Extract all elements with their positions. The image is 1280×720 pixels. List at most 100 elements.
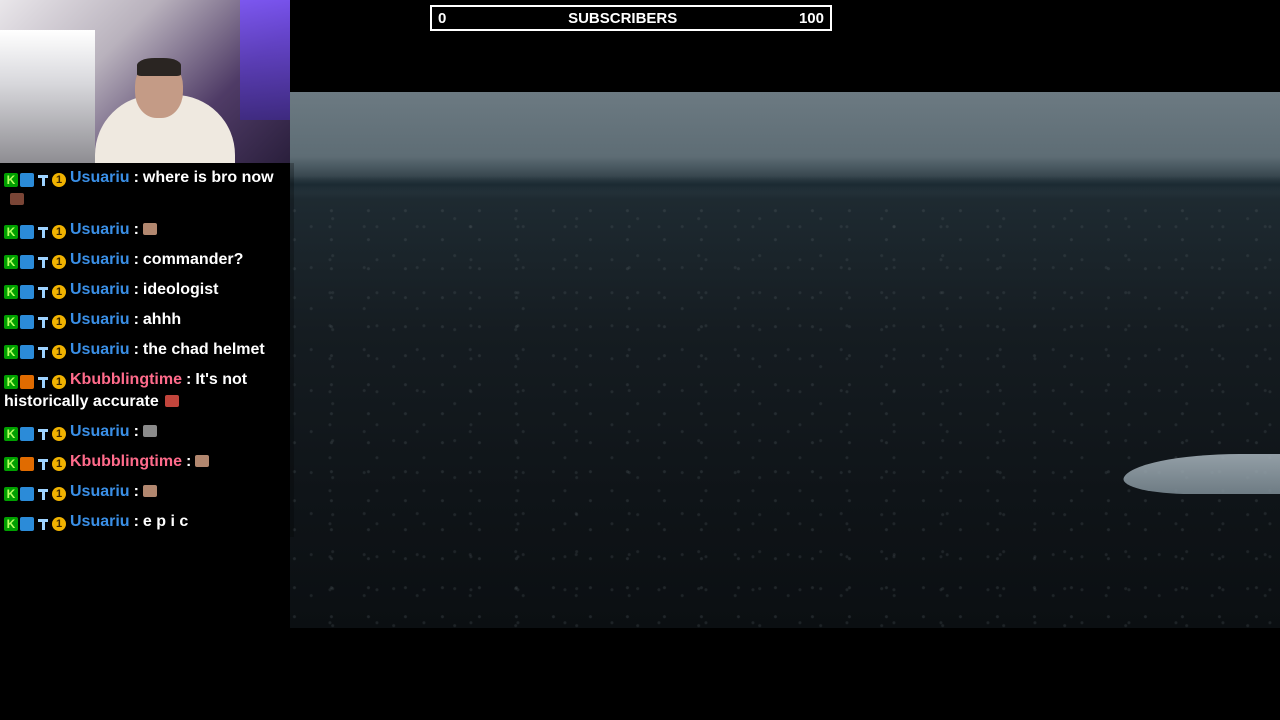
chat-username[interactable]: Usuariu (70, 341, 130, 358)
chat-separator: : (133, 221, 139, 238)
k-badge-icon: K (4, 255, 18, 269)
video-frame (290, 92, 1280, 628)
chat-username[interactable]: Usuariu (70, 423, 130, 440)
chat-badges: K1 (4, 487, 66, 501)
k-badge-icon: K (4, 285, 18, 299)
chat-username[interactable]: Usuariu (70, 251, 130, 268)
chat-username[interactable]: Kbubblingtime (70, 371, 182, 388)
pickaxe-badge-icon (20, 315, 34, 329)
k-badge-icon: K (4, 375, 18, 389)
streamer-hair (137, 58, 181, 76)
hammer-badge-icon (36, 375, 50, 389)
emote-grey-icon (142, 425, 157, 437)
chat-separator: : (185, 371, 192, 388)
chat-username[interactable]: Usuariu (70, 483, 130, 500)
webcam-neon-light (240, 0, 290, 120)
coin-badge-icon: 1 (52, 285, 66, 299)
cube-badge-icon (20, 457, 34, 471)
coin-badge-icon: 1 (52, 487, 66, 501)
emote-face-icon (195, 455, 210, 467)
chat-username[interactable]: Usuariu (70, 311, 130, 328)
chat-separator: : (185, 453, 192, 470)
chat-message: K 1 Usuariu: where is bro now (0, 163, 294, 215)
hammer-badge-icon (36, 173, 50, 187)
chat-badges: K1 (4, 225, 66, 239)
k-badge-icon: K (4, 457, 18, 471)
emote-lips-icon (142, 485, 157, 497)
chat-username[interactable]: Usuariu (70, 513, 130, 530)
chat-message: K 1 Usuariu: the chad helmet (0, 335, 294, 365)
chat-badges: K1 (4, 345, 66, 359)
chat-separator: : (133, 483, 139, 500)
chat-badges: K1 (4, 375, 66, 389)
pickaxe-badge-icon (20, 255, 34, 269)
hammer-badge-icon (36, 457, 50, 471)
k-badge-icon: K (4, 487, 18, 501)
chat-message-text: commander? (142, 251, 244, 268)
chat-message: K 1 Usuariu: (0, 477, 294, 507)
k-badge-icon: K (4, 315, 18, 329)
pickaxe-badge-icon (20, 345, 34, 359)
chat-message: K 1 Usuariu: ideologist (0, 275, 294, 305)
pickaxe-badge-icon (20, 427, 34, 441)
subscribers-goal-target: 100 (798, 9, 824, 27)
subscribers-goal-start: 0 (438, 9, 447, 27)
coin-badge-icon: 1 (52, 375, 66, 389)
chat-separator: : (133, 169, 139, 186)
pickaxe-badge-icon (20, 517, 34, 531)
hammer-badge-icon (36, 487, 50, 501)
k-badge-icon: K (4, 225, 18, 239)
webcam-feed (0, 0, 290, 163)
chat-username[interactable]: Usuariu (70, 169, 130, 186)
chat-message: K 1 Usuariu: (0, 417, 294, 447)
chat-separator: : (133, 341, 139, 358)
emote-red-icon (164, 395, 179, 407)
k-badge-icon: K (4, 345, 18, 359)
coin-badge-icon: 1 (52, 255, 66, 269)
chat-username[interactable]: Usuariu (70, 221, 130, 238)
chat-message: K 1 Kbubblingtime: It's not historically ac… (0, 365, 294, 417)
chat-message-text: the chad helmet (142, 341, 265, 358)
chat-username[interactable]: Usuariu (70, 281, 130, 298)
subscribers-goal-label: SUBSCRIBERS (568, 9, 678, 27)
chat-separator: : (133, 251, 139, 268)
chat-message-text: ideologist (142, 281, 219, 298)
cube-badge-icon (20, 375, 34, 389)
chat-username[interactable]: Kbubblingtime (70, 453, 182, 470)
chat-badges: K1 (4, 517, 66, 531)
hammer-badge-icon (36, 427, 50, 441)
chat-separator: : (133, 513, 139, 530)
chat-badges: K1 (4, 173, 66, 187)
pickaxe-badge-icon (20, 285, 34, 299)
chat-separator: : (133, 311, 139, 328)
coin-badge-icon: 1 (52, 315, 66, 329)
coin-badge-icon: 1 (52, 225, 66, 239)
coin-badge-icon: 1 (52, 173, 66, 187)
chat-badges: K1 (4, 427, 66, 441)
ground-texture (290, 202, 1280, 628)
pickaxe-badge-icon (20, 173, 34, 187)
coin-badge-icon: 1 (52, 345, 66, 359)
coin-badge-icon: 1 (52, 457, 66, 471)
chat-message-text: e p i c (142, 513, 189, 530)
subscribers-goal-bar: 0 SUBSCRIBERS 100 (430, 5, 832, 31)
k-badge-icon: K (4, 517, 18, 531)
chat-message: K 1 Kbubblingtime: (0, 447, 294, 477)
hammer-badge-icon (36, 255, 50, 269)
coin-badge-icon: 1 (52, 517, 66, 531)
emote-face-icon (142, 223, 157, 235)
webcam-background (0, 30, 95, 163)
hammer-badge-icon (36, 517, 50, 531)
chat-message: K 1 Usuariu: (0, 215, 294, 245)
chat-message-text: ahhh (142, 311, 182, 328)
chat-separator: : (133, 423, 139, 440)
chat-message: K 1 Usuariu: ahhh (0, 305, 294, 335)
chat-separator: : (133, 281, 139, 298)
chat-badges: K1 (4, 285, 66, 299)
chat-message: K 1 Usuariu: e p i c (0, 507, 294, 537)
hammer-badge-icon (36, 225, 50, 239)
chat-badges: K1 (4, 315, 66, 329)
chat-badges: K1 (4, 255, 66, 269)
pickaxe-badge-icon (20, 487, 34, 501)
chat-badges: K1 (4, 457, 66, 471)
